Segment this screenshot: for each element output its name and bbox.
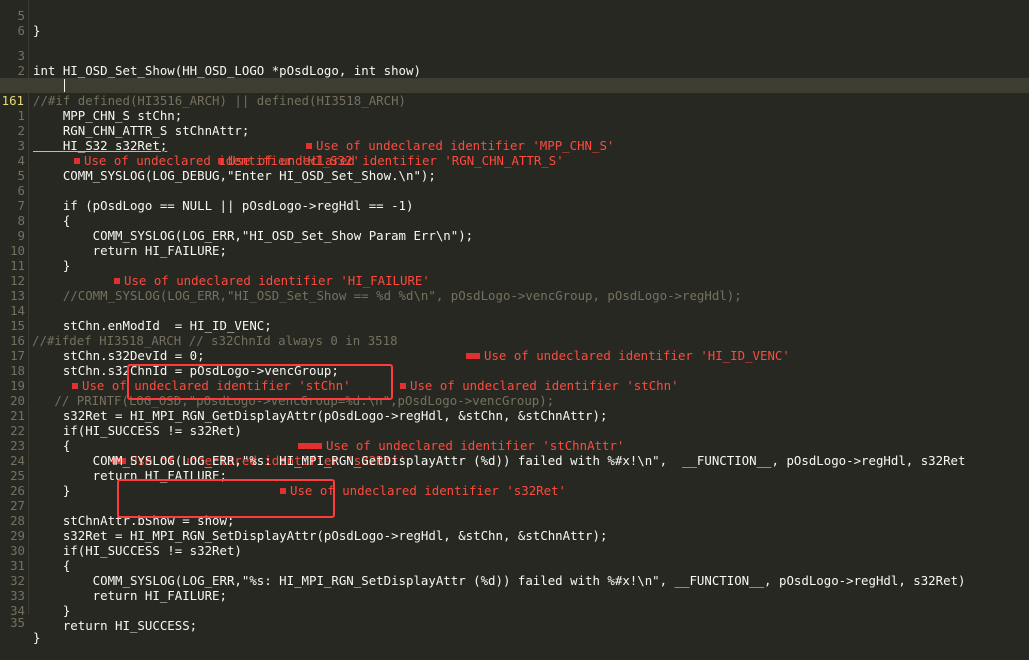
code-line[interactable]: 1 RGN_CHN_ATTR_S stChnAttr; Use of undec… (0, 93, 1029, 153)
code-line[interactable]: 22 { Use of undeclared identifier 's32Re… (0, 408, 1029, 468)
line-number: 35 (10, 615, 25, 630)
code-line[interactable]: 23 COMM_SYSLOG(LOG_ERR,"%s: HI_MPI_RGN_G… (0, 423, 1029, 468)
code-line[interactable]: 31 COMM_SYSLOG(LOG_ERR,"%s: HI_MPI_RGN_S… (0, 543, 1029, 588)
code-text: } (33, 630, 41, 645)
code-line[interactable]: 24 return HI_FAILURE; Use of undeclared … (0, 438, 1029, 498)
code-line[interactable]: 2 HI_S32 s32Ret; Use of undeclared ident… (0, 108, 1029, 168)
code-line[interactable]: 15 //#ifdef HI3518_ARCH // s32ChnId alwa… (0, 303, 1029, 363)
code-line[interactable]: 13 (0, 273, 1029, 303)
code-line[interactable]: 16 stChn.s32DevId = 0; (0, 318, 1029, 363)
code-line[interactable]: 3 Use of undeclared identifier 'HI_S32' (0, 123, 1029, 168)
text-caret (64, 79, 65, 92)
code-line[interactable]: 30 { (0, 528, 1029, 573)
code-editor[interactable]: 5 } 6 3 int HI_OSD_Set_Show(HH_OSD_LOGO … (0, 0, 1029, 645)
code-line[interactable]: 1 //#if defined(HI3516_ARCH) || defined(… (0, 63, 1029, 108)
code-line[interactable]: 5 (0, 153, 1029, 183)
code-line[interactable]: 17 stChn.s32ChnId = pOsdLogo->vencGroup;… (0, 333, 1029, 393)
code-line[interactable]: 6 if (pOsdLogo == NULL || pOsdLogo->regH… (0, 168, 1029, 213)
code-line[interactable]: 33 } (0, 573, 1029, 618)
code-line[interactable]: 10 } Use of undeclared identifier 'HI_FA… (0, 228, 1029, 288)
code-line[interactable]: 11 (0, 243, 1029, 273)
current-code-line[interactable]: 161 MPP_CHN_S stChn; (0, 78, 1029, 123)
code-line[interactable]: 18 Use of undeclared identifier 'stChn' (0, 348, 1029, 393)
code-line[interactable]: 9 return HI_FAILURE; (0, 213, 1029, 258)
code-line[interactable]: 2 { (0, 48, 1029, 93)
code-line[interactable]: 3 int HI_OSD_Set_Show(HH_OSD_LOGO *pOsdL… (0, 33, 1029, 78)
code-line[interactable]: 12 //COMM_SYSLOG(LOG_ERR,"HI_OSD_Set_Sho… (0, 258, 1029, 303)
highlight-box-set-display-attr (117, 479, 335, 518)
code-text: return HI_SUCCESS; (33, 618, 198, 633)
code-line[interactable]: 7 { (0, 183, 1029, 228)
code-line[interactable]: 5 } (0, 0, 1029, 38)
code-line[interactable]: 8 COMM_SYSLOG(LOG_ERR,"HI_OSD_Set_Show P… (0, 198, 1029, 243)
code-line[interactable]: 25 } (0, 453, 1029, 498)
code-line[interactable]: 6 (0, 8, 1029, 38)
code-line[interactable]: 4 COMM_SYSLOG(LOG_DEBUG,"Enter HI_OSD_Se… (0, 138, 1029, 183)
highlight-box-get-display-attr (127, 364, 393, 400)
code-line[interactable]: 35 } (0, 600, 1029, 645)
code-line[interactable]: 14 stChn.enModId = HI_ID_VENC; (0, 288, 1029, 333)
code-line[interactable]: 32 return HI_FAILURE; (0, 558, 1029, 603)
